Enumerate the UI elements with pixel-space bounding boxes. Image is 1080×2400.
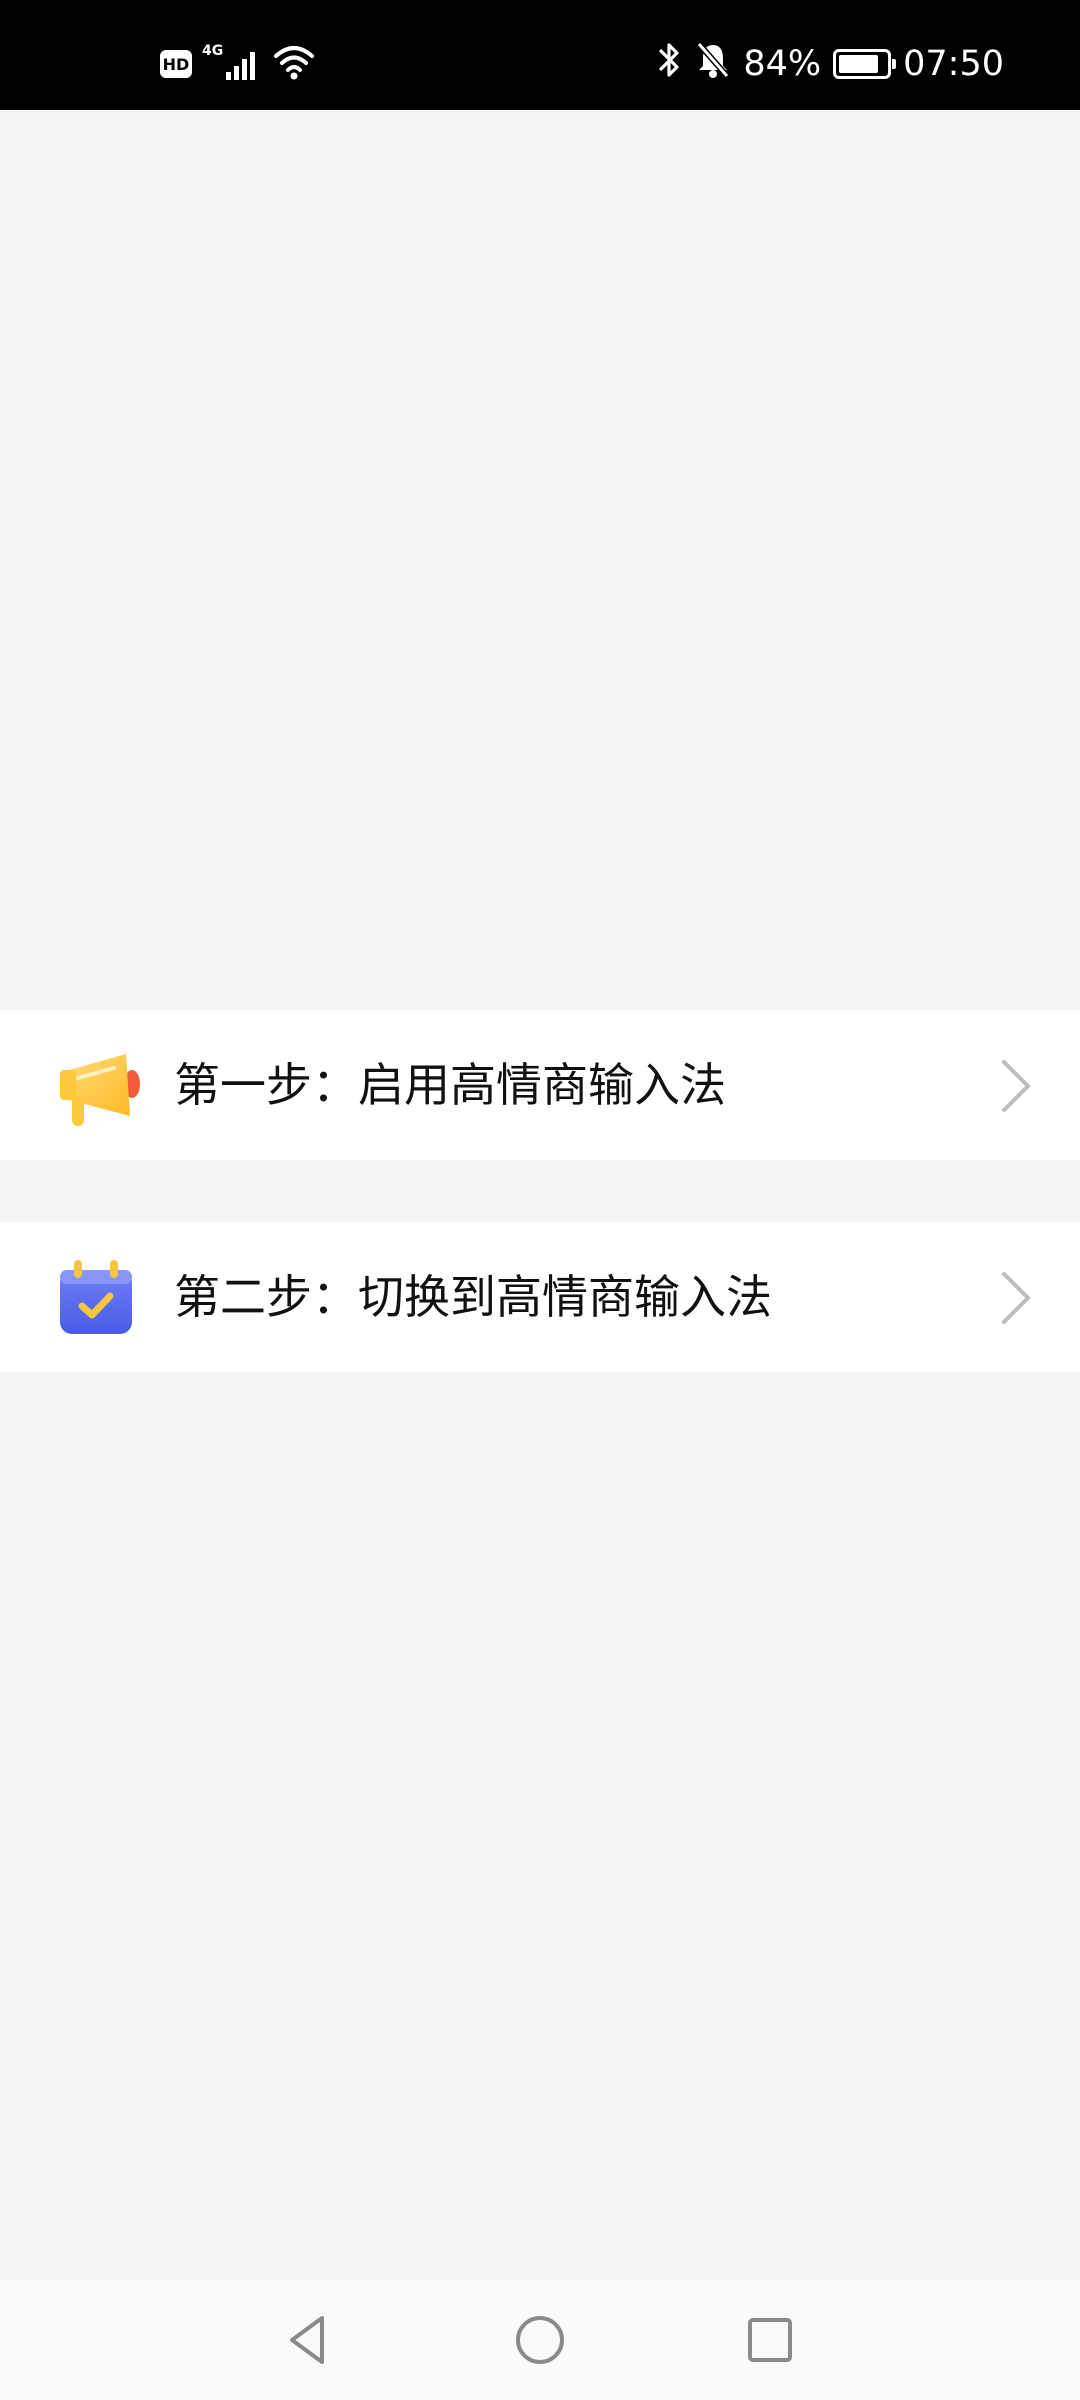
step-two-label: 第二步：切换到高情商输入法 <box>174 1270 772 1324</box>
step-one-label: 第一步：启用高情商输入法 <box>174 1058 726 1112</box>
megaphone-icon <box>56 1046 140 1130</box>
calendar-check-icon <box>56 1258 140 1342</box>
battery-icon <box>833 49 897 79</box>
battery-percent: 84% <box>743 44 822 84</box>
step-one-row[interactable]: 第一步：启用高情商输入法 <box>0 1010 1080 1160</box>
bluetooth-icon <box>657 40 683 89</box>
navigation-bar <box>0 2280 1080 2400</box>
chevron-right-icon <box>996 1270 1036 1326</box>
hd-badge-text: HD <box>162 54 190 74</box>
cellular-signal-icon: 4G <box>202 44 262 84</box>
recents-icon[interactable] <box>730 2300 810 2380</box>
status-bar-right: 84% 07:50 <box>657 41 1004 84</box>
step-two-row[interactable]: 第二步：切换到高情商输入法 <box>0 1222 1080 1372</box>
status-bar-left: HD 4G <box>160 44 316 84</box>
mute-bell-icon <box>695 40 731 89</box>
status-bar: HD 4G 84% 07:50 <box>0 0 1080 110</box>
hd-icon: HD <box>160 50 192 78</box>
home-icon[interactable] <box>500 2300 580 2380</box>
clock: 07:50 <box>903 44 1004 84</box>
back-icon[interactable] <box>268 2300 348 2380</box>
chevron-right-icon <box>996 1058 1036 1114</box>
battery-fill <box>839 55 879 73</box>
wifi-icon <box>272 42 316 86</box>
